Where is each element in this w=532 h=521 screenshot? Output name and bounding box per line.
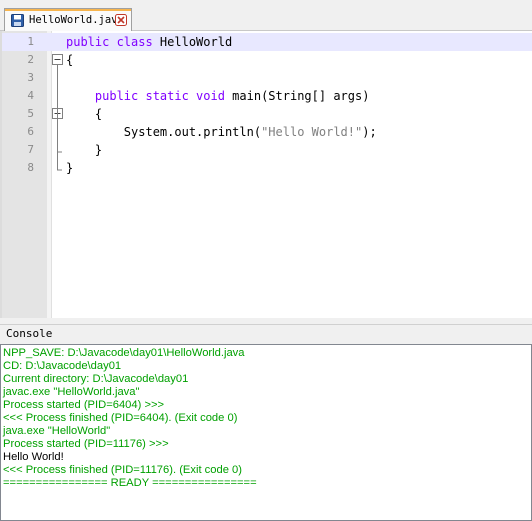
console-output[interactable]: NPP_SAVE: D:\Javacode\day01\HelloWorld.j… <box>0 344 532 521</box>
console-line: Current directory: D:\Javacode\day01 <box>3 373 189 385</box>
keyword: public class <box>66 35 153 49</box>
code-text: { <box>66 53 74 67</box>
keyword: public static void <box>94 89 225 103</box>
code-line-8[interactable]: 8 } <box>2 159 532 177</box>
line-number: 6 <box>27 125 34 138</box>
console-line: java.exe "HelloWorld" <box>3 425 111 437</box>
code-line-1[interactable]: 1 public class HelloWorld <box>2 33 532 51</box>
console-line: Process started (PID=6404) >>> <box>3 399 165 411</box>
console-line: NPP_SAVE: D:\Javacode\day01\HelloWorld.j… <box>3 347 245 359</box>
console-line: Process started (PID=11176) >>> <box>3 438 169 450</box>
identifier: main(String[] args) <box>224 89 370 103</box>
code-text: } <box>66 161 74 175</box>
console-line: Hello World! <box>3 451 64 463</box>
code-text: System.out.println("Hello World!"); <box>66 123 377 141</box>
code-line-2[interactable]: 2 { <box>2 51 532 69</box>
line-number: 8 <box>27 161 34 174</box>
console-line: <<< Process finished (PID=11176). (Exit … <box>3 464 242 476</box>
statement-end: ); <box>362 125 377 139</box>
line-number: 2 <box>27 53 34 66</box>
code-editor[interactable]: 1 public class HelloWorld 2 { 3 4 public… <box>0 31 532 318</box>
code-text: { <box>66 105 102 123</box>
console-lines: NPP_SAVE: D:\Javacode\day01\HelloWorld.j… <box>3 347 531 490</box>
code-text: } <box>66 141 102 159</box>
console-line: <<< Process finished (PID=6404). (Exit c… <box>3 412 238 424</box>
console-title: Console <box>0 324 532 343</box>
code-text: public class HelloWorld <box>66 33 232 51</box>
code-text: public static void main(String[] args) <box>66 87 370 105</box>
tab-helloworld-java[interactable]: HelloWorld.java <box>4 8 132 31</box>
code-line-3[interactable]: 3 <box>2 69 532 87</box>
brace: { <box>94 107 103 121</box>
console-line: javac.exe "HelloWorld.java" <box>3 386 140 398</box>
identifier: HelloWorld <box>152 35 233 49</box>
code-line-5[interactable]: 5 { <box>2 105 532 123</box>
line-number: 5 <box>27 107 34 120</box>
console-line: ================ READY ================ <box>3 477 257 489</box>
method-call: System.out.println( <box>123 125 262 139</box>
brace: } <box>94 143 103 157</box>
fold-tree-lines <box>57 65 62 171</box>
code-line-7[interactable]: 7 } <box>2 141 532 159</box>
tab-bar: HelloWorld.java <box>0 0 532 31</box>
line-number: 7 <box>27 143 34 156</box>
code-line-6[interactable]: 6 System.out.println("Hello World!"); <box>2 123 532 141</box>
tab-active-indicator <box>5 9 131 11</box>
line-number: 4 <box>27 89 34 102</box>
line-number: 1 <box>27 35 34 48</box>
close-icon[interactable] <box>115 14 127 26</box>
console-line: CD: D:\Javacode\day01 <box>3 360 122 372</box>
string-literal: "Hello World!" <box>261 125 363 139</box>
tab-label: HelloWorld.java <box>29 14 116 26</box>
code-line-4[interactable]: 4 public static void main(String[] args) <box>2 87 532 105</box>
floppy-disk-icon <box>11 13 24 27</box>
line-number: 3 <box>27 71 34 84</box>
